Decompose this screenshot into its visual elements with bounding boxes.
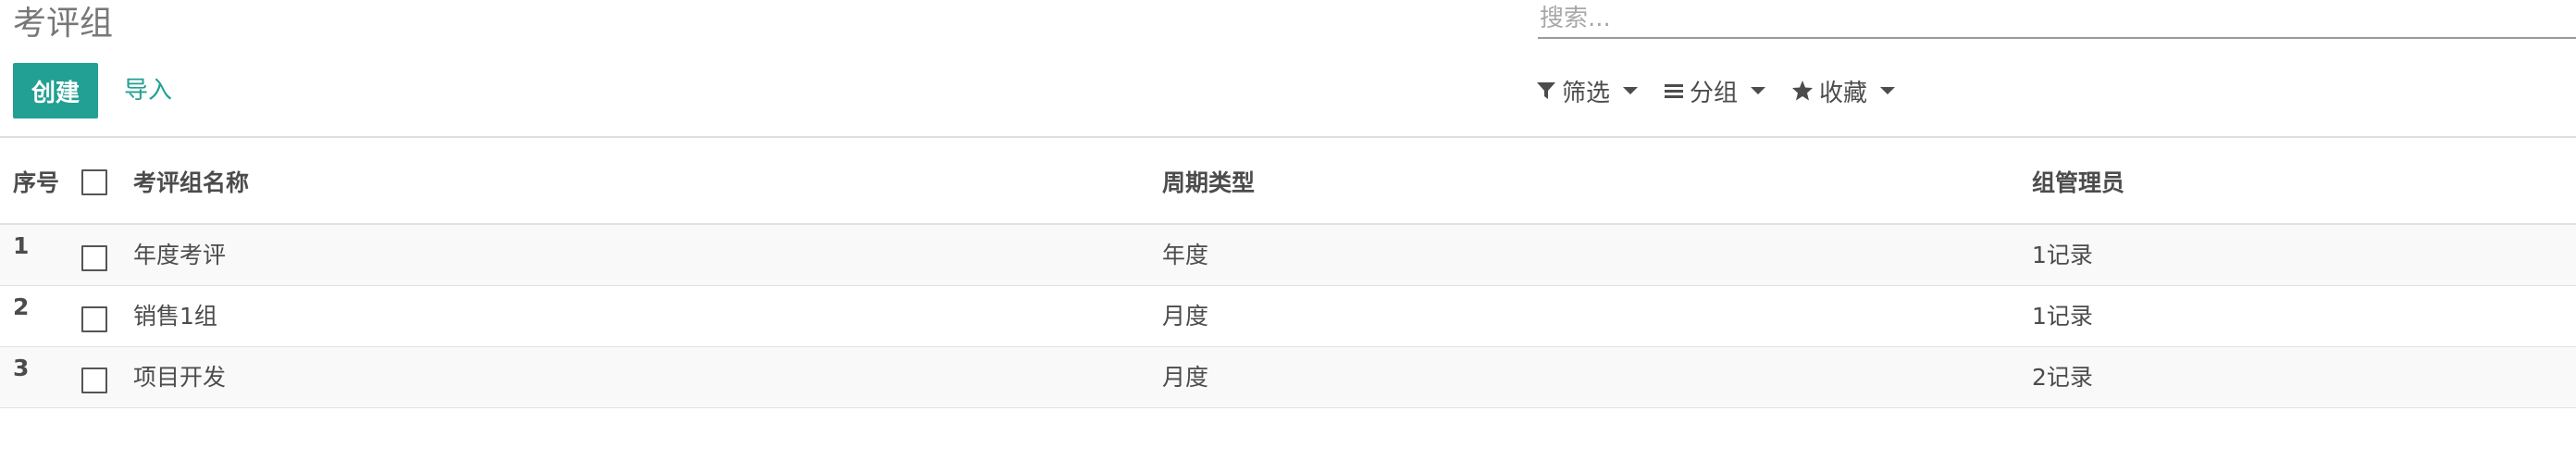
column-header-manager[interactable]: 组管理员 xyxy=(2032,169,2124,197)
column-header-name[interactable]: 考评组名称 xyxy=(133,169,249,197)
table-row[interactable]: 3 项目开发 月度 2记录 xyxy=(0,347,2576,408)
favorites-dropdown[interactable]: 收藏 xyxy=(1791,72,1896,109)
star-icon xyxy=(1791,80,1814,102)
filter-icon xyxy=(1536,81,1556,101)
row-seq: 3 xyxy=(13,355,30,381)
row-checkbox[interactable] xyxy=(81,368,107,393)
favorites-label: 收藏 xyxy=(1819,79,1868,107)
list-table: 序号 考评组名称 周期类型 组管理员 1 年度考评 年度 1记录 2 销售1组 … xyxy=(0,136,2576,408)
table-row[interactable]: 2 销售1组 月度 1记录 xyxy=(0,286,2576,347)
row-seq: 2 xyxy=(13,293,30,320)
chevron-down-icon xyxy=(1880,87,1896,94)
filter-dropdown[interactable]: 筛选 xyxy=(1536,72,1639,109)
row-name: 项目开发 xyxy=(133,364,227,391)
create-button[interactable]: 创建 xyxy=(13,63,98,118)
bars-icon xyxy=(1664,81,1684,101)
row-name: 销售1组 xyxy=(133,303,217,330)
chevron-down-icon xyxy=(1751,87,1766,94)
row-cycle: 年度 xyxy=(1162,242,1209,268)
row-checkbox[interactable] xyxy=(81,306,107,332)
row-manager: 1记录 xyxy=(2032,303,2093,330)
row-cycle: 月度 xyxy=(1162,364,1209,391)
table-header: 序号 考评组名称 周期类型 组管理员 xyxy=(0,138,2576,225)
row-name: 年度考评 xyxy=(133,242,227,268)
filter-label: 筛选 xyxy=(1562,79,1611,107)
groupby-dropdown[interactable]: 分组 xyxy=(1664,72,1766,109)
row-checkbox[interactable] xyxy=(81,245,107,271)
import-button[interactable]: 导入 xyxy=(124,63,172,118)
select-all-checkbox[interactable] xyxy=(81,169,107,195)
column-header-cycle[interactable]: 周期类型 xyxy=(1162,169,1255,197)
search-options: 筛选 分组 收藏 xyxy=(1536,72,1921,109)
row-manager: 2记录 xyxy=(2032,364,2093,391)
page: 考评组 创建 导入 筛选 分组 xyxy=(0,0,2576,461)
table-row[interactable]: 1 年度考评 年度 1记录 xyxy=(0,225,2576,286)
column-header-seq[interactable]: 序号 xyxy=(13,169,59,197)
row-cycle: 月度 xyxy=(1162,303,1209,330)
groupby-label: 分组 xyxy=(1690,79,1739,107)
row-seq: 1 xyxy=(13,232,30,259)
row-manager: 1记录 xyxy=(2032,242,2093,268)
breadcrumb[interactable]: 考评组 xyxy=(13,4,113,44)
search-input[interactable] xyxy=(1538,0,2576,37)
chevron-down-icon xyxy=(1623,87,1639,94)
search-bar xyxy=(1538,0,2576,39)
